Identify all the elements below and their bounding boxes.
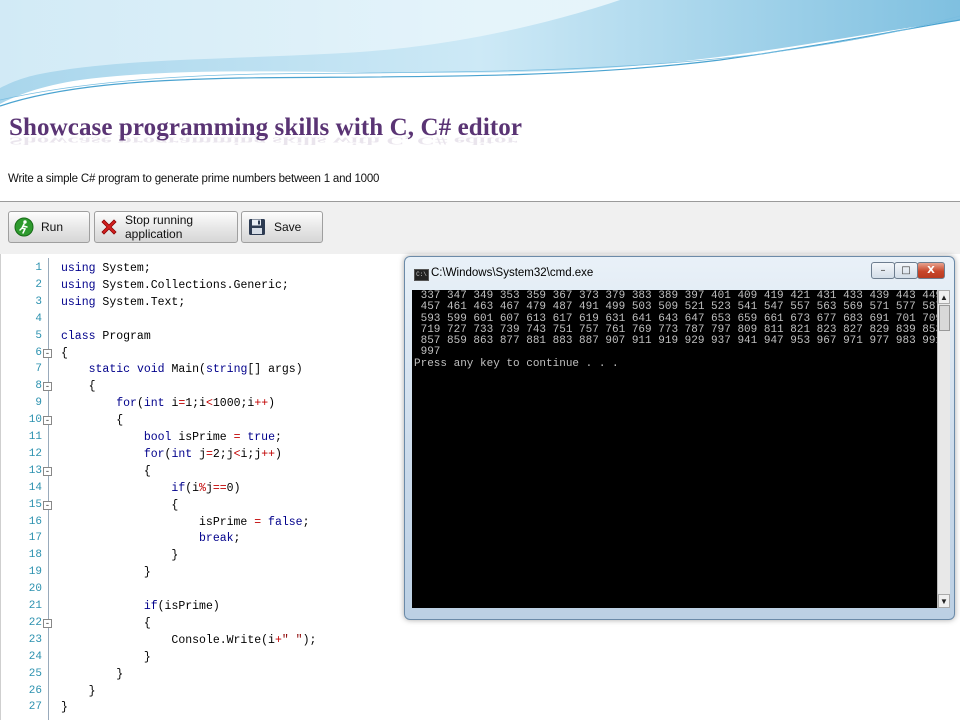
- line-number: 21: [28, 600, 42, 612]
- line-number: 23: [28, 633, 42, 646]
- code-line[interactable]: class Program: [61, 330, 151, 343]
- scroll-up-arrow-icon[interactable]: ▲: [938, 290, 950, 304]
- code-line[interactable]: }: [61, 701, 68, 714]
- task-description: Write a simple C# program to generate pr…: [8, 173, 380, 185]
- save-button-label: Save: [274, 220, 302, 234]
- line-number: 19: [28, 566, 42, 579]
- fold-toggle-icon[interactable]: -: [43, 348, 52, 358]
- line-number: 18: [28, 549, 42, 562]
- fold-toggle-icon[interactable]: -: [43, 382, 52, 392]
- code-line[interactable]: for(int j=2;j<i;j++): [61, 448, 282, 461]
- code-line[interactable]: {: [61, 499, 178, 512]
- save-button[interactable]: Save: [241, 211, 323, 243]
- console-output-area: 337 347 349 353 359 367 373 379 383 389 …: [412, 290, 937, 608]
- console-scrollbar[interactable]: ▲ ▼: [937, 290, 950, 608]
- scroll-down-arrow-icon[interactable]: ▼: [938, 594, 950, 608]
- code-line[interactable]: }: [61, 685, 96, 698]
- line-number: 12: [28, 447, 42, 460]
- code-line[interactable]: Console.Write(i+" ");: [61, 634, 316, 647]
- code-line[interactable]: {: [61, 414, 123, 427]
- code-line[interactable]: if(i%j==0): [61, 482, 240, 495]
- line-number: 14: [28, 481, 42, 494]
- code-line[interactable]: {: [61, 347, 68, 360]
- line-number: 11: [28, 431, 42, 443]
- line-number: 22: [28, 616, 42, 629]
- run-icon: [13, 216, 35, 238]
- code-line[interactable]: }: [61, 566, 151, 579]
- code-line[interactable]: {: [61, 617, 151, 630]
- editor-gutter-divider: [48, 258, 49, 720]
- line-number: 1: [35, 262, 42, 274]
- fold-toggle-icon[interactable]: -: [43, 416, 52, 426]
- floppy-disk-icon: [246, 216, 268, 238]
- run-button[interactable]: Run: [8, 211, 90, 243]
- run-button-label: Run: [41, 220, 64, 234]
- line-number: 3: [35, 295, 42, 308]
- code-line[interactable]: {: [61, 380, 96, 393]
- line-number: 27: [28, 701, 42, 714]
- code-line[interactable]: using System.Text;: [61, 296, 185, 309]
- code-line[interactable]: {: [61, 465, 151, 478]
- line-number: 20: [28, 583, 42, 596]
- fold-toggle-icon[interactable]: -: [43, 618, 52, 628]
- line-number: 16: [28, 515, 42, 528]
- code-line[interactable]: isPrime = false;: [61, 516, 309, 529]
- stop-running-button[interactable]: Stop running application: [94, 211, 238, 243]
- console-window[interactable]: C:\ C:\Windows\System32\cmd.exe – □ X 33…: [404, 256, 955, 620]
- line-number: 8: [35, 380, 42, 393]
- close-button[interactable]: X: [917, 262, 945, 279]
- maximize-button[interactable]: □: [894, 262, 918, 279]
- line-number: 26: [28, 684, 42, 697]
- code-line[interactable]: using System;: [61, 262, 151, 275]
- fold-toggle-icon[interactable]: -: [43, 500, 52, 510]
- console-output-text: 337 347 349 353 359 367 373 379 383 389 …: [414, 290, 937, 370]
- cmd-app-icon: C:\: [414, 269, 429, 281]
- code-line[interactable]: static void Main(string[] args): [61, 363, 303, 376]
- scroll-thumb[interactable]: [939, 305, 950, 331]
- line-number: 9: [35, 397, 42, 410]
- line-number: 2: [35, 278, 42, 291]
- line-number: 13: [28, 464, 42, 477]
- line-number: 4: [35, 312, 42, 325]
- stop-button-label: Stop running application: [125, 213, 194, 241]
- line-number: 24: [28, 650, 42, 663]
- line-number: 6: [35, 346, 42, 359]
- code-line[interactable]: bool isPrime = true;: [61, 431, 282, 444]
- line-number: 10: [28, 414, 42, 427]
- code-line[interactable]: for(int i=1;i<1000;i++): [61, 397, 275, 410]
- code-line[interactable]: }: [61, 668, 123, 681]
- fold-toggle-icon[interactable]: -: [43, 466, 52, 476]
- editor-toolbar: Run Stop running application Save: [0, 201, 960, 255]
- slide-title-reflection: Showcase programming skills with C, C# e…: [9, 135, 518, 146]
- code-line[interactable]: break;: [61, 532, 240, 545]
- code-line[interactable]: }: [61, 651, 151, 664]
- line-number: 7: [35, 363, 42, 376]
- stop-x-icon: [99, 216, 119, 238]
- header-wave-decoration: [0, 0, 960, 107]
- code-line[interactable]: }: [61, 549, 178, 562]
- code-line[interactable]: if(isPrime): [61, 600, 220, 613]
- code-line[interactable]: using System.Collections.Generic;: [61, 279, 289, 292]
- minimize-button[interactable]: –: [871, 262, 895, 279]
- line-number: 17: [28, 532, 42, 545]
- line-number: 5: [35, 329, 42, 342]
- line-number: 15: [28, 498, 42, 511]
- console-window-title: C:\Windows\System32\cmd.exe: [431, 267, 594, 279]
- line-number: 25: [28, 667, 42, 680]
